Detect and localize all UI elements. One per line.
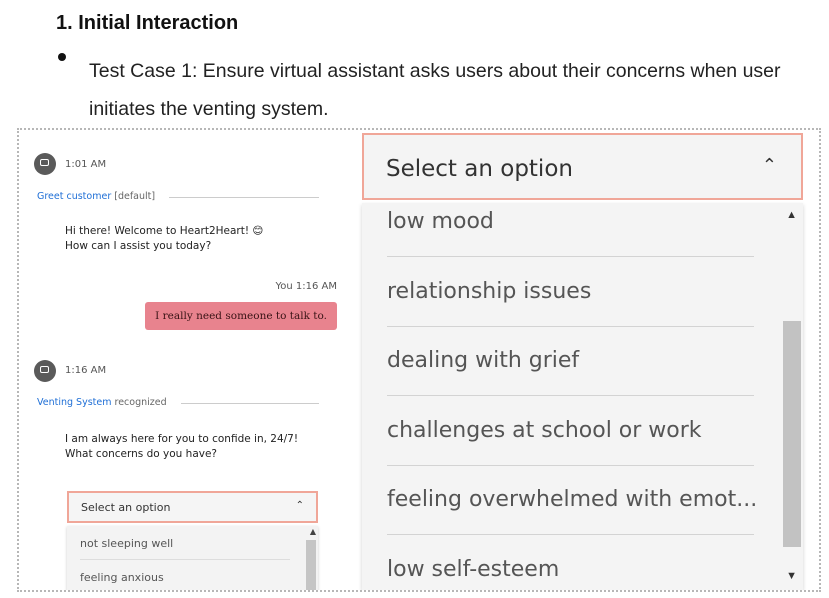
concern-select-large[interactable]: Select an option ⌃ xyxy=(362,133,803,200)
scroll-down-icon[interactable]: ▼ xyxy=(786,570,797,582)
chevron-up-icon: ⌃ xyxy=(295,500,304,511)
option-low-self-esteem[interactable]: low self-esteem xyxy=(387,557,559,582)
bot-avatar-icon xyxy=(34,153,56,175)
option-challenges-school-work[interactable]: challenges at school or work xyxy=(387,418,702,443)
concern-options-small: not sleeping well feeling anxious ▲ xyxy=(67,526,318,590)
scrollbar-track[interactable]: ▲ ▼ xyxy=(781,203,803,590)
user-message-bubble: I really need someone to talk to. xyxy=(145,302,337,330)
option-item[interactable]: feeling anxious xyxy=(80,571,164,584)
user-timestamp: You 1:16 AM xyxy=(275,281,337,292)
scroll-up-icon[interactable]: ▲ xyxy=(786,209,797,221)
option-divider xyxy=(387,465,754,466)
bot-timestamp: 1:01 AM xyxy=(65,159,107,170)
bot-avatar-icon xyxy=(34,360,56,382)
concern-select-small[interactable]: Select an option ⌃ xyxy=(67,491,318,523)
intent-link[interactable]: Venting System xyxy=(37,397,112,408)
intent-label: Greet customer [default] xyxy=(37,191,155,202)
intent-suffix: [default] xyxy=(111,191,156,202)
concern-options-large: low mood relationship issues dealing wit… xyxy=(362,203,803,590)
option-divider xyxy=(387,326,754,327)
bot-message: I am always here for you to confide in, … xyxy=(65,432,298,462)
bot-timestamp: 1:16 AM xyxy=(65,365,107,376)
intent-link[interactable]: Greet customer xyxy=(37,191,111,202)
select-label: Select an option xyxy=(81,501,171,514)
option-divider xyxy=(387,534,754,535)
bot-message: Hi there! Welcome to Heart2Heart! 😊 How … xyxy=(65,224,263,254)
scrollbar-thumb[interactable] xyxy=(306,540,316,590)
select-label: Select an option xyxy=(386,156,573,182)
test-case-text: Test Case 1: Ensure virtual assistant as… xyxy=(89,60,781,120)
scrollbar-thumb[interactable] xyxy=(783,321,801,547)
intent-label: Venting System recognized xyxy=(37,397,167,408)
intent-divider xyxy=(181,403,319,404)
bot-message-line: Hi there! Welcome to Heart2Heart! 😊 xyxy=(65,225,264,237)
option-divider xyxy=(387,395,754,396)
scroll-up-icon[interactable]: ▲ xyxy=(310,527,316,536)
option-low-mood[interactable]: low mood xyxy=(387,209,494,234)
option-divider xyxy=(80,559,290,560)
option-relationship-issues[interactable]: relationship issues xyxy=(387,279,591,304)
section-heading: 1. Initial Interaction xyxy=(56,12,239,34)
bot-message-line: What concerns do you have? xyxy=(65,448,217,460)
option-divider xyxy=(387,256,754,257)
option-feeling-overwhelmed[interactable]: feeling overwhelmed with emot... xyxy=(387,487,757,512)
chat-panel: 1:01 AM Greet customer [default] Hi ther… xyxy=(19,130,359,590)
screenshot-frame: 1:01 AM Greet customer [default] Hi ther… xyxy=(17,128,821,592)
intent-divider xyxy=(169,197,319,198)
option-dealing-with-grief[interactable]: dealing with grief xyxy=(387,348,579,373)
bot-message-line: I am always here for you to confide in, … xyxy=(65,433,299,445)
intent-suffix: recognized xyxy=(111,397,167,408)
chevron-up-icon: ⌃ xyxy=(761,155,777,176)
option-item[interactable]: not sleeping well xyxy=(80,537,173,550)
bullet-dot xyxy=(58,53,66,61)
bot-message-line: How can I assist you today? xyxy=(65,240,212,252)
